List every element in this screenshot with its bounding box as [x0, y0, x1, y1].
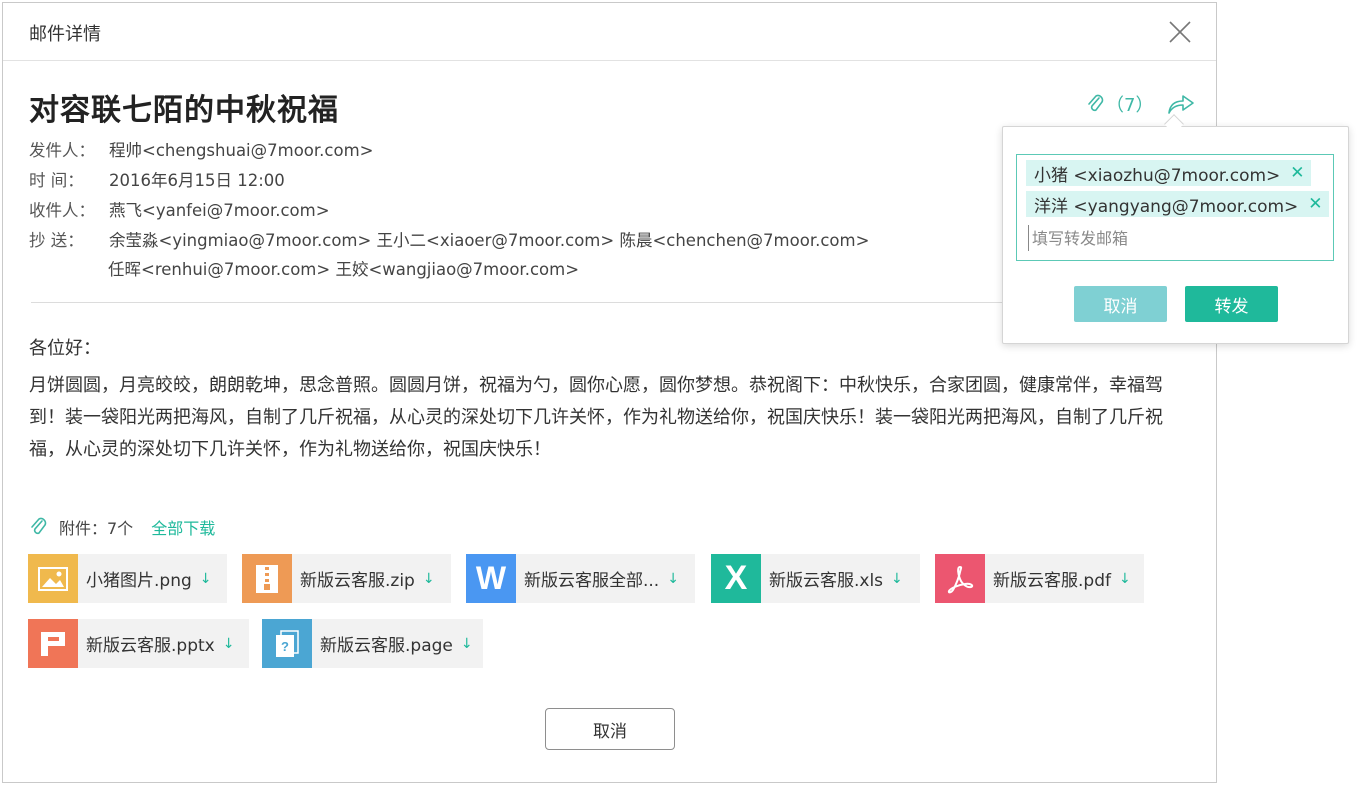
page-icon: ? — [262, 619, 312, 668]
cc-value-line2: 任晖<renhui@7moor.com> 王姣<wangjiao@7moor.c… — [108, 260, 580, 279]
remove-icon[interactable]: ✕ — [1290, 163, 1304, 183]
attachment-name: 新版云客服.zip — [300, 571, 415, 591]
attachment-file-doc[interactable]: W 新版云客服全部... ↓ — [466, 554, 695, 603]
attachment-file-pptx[interactable]: 新版云客服.pptx ↓ — [28, 619, 249, 668]
cancel-button[interactable]: 取消 — [545, 708, 675, 750]
attachments-header: 附件：7个 全部下载 — [29, 515, 215, 539]
forward-recipients-field[interactable]: 小猪 <xiaozhu@7moor.com> ✕ 洋洋 <yangyang@7m… — [1016, 154, 1334, 261]
popover-cancel-button[interactable]: 取消 — [1074, 286, 1167, 322]
attachments-label: 附件：7个 — [59, 519, 134, 538]
attachment-name: 新版云客服.pptx — [86, 636, 215, 656]
download-icon[interactable]: ↓ — [200, 571, 212, 587]
attachment-file-pdf[interactable]: 新版云客服.pdf ↓ — [935, 554, 1144, 603]
email-body: 月饼圆圆，月亮皎皎，朗朗乾坤，思念普照。圆圆月饼，祝福为勺，圆你心愿，圆你梦想。… — [29, 375, 1163, 460]
excel-icon: X — [711, 554, 761, 603]
remove-icon[interactable]: ✕ — [1308, 194, 1322, 214]
attachment-name: 小猪图片.png — [86, 571, 192, 591]
email-greeting: 各位好： — [29, 338, 101, 359]
download-all-link[interactable]: 全部下载 — [151, 515, 215, 539]
word-icon: W — [466, 554, 516, 603]
cc-label: 抄 送： — [29, 231, 84, 250]
paperclip-icon — [31, 517, 47, 535]
time-row: 时 间： 2016年6月15日 12:00 — [29, 167, 285, 191]
download-icon[interactable]: ↓ — [223, 636, 235, 652]
attachment-file-xls[interactable]: X 新版云客服.xls ↓ — [711, 554, 920, 603]
forward-icon[interactable] — [1166, 91, 1196, 117]
dialog-title: 邮件详情 — [29, 24, 101, 45]
recipient-chip-label: 小猪 <xiaozhu@7moor.com> — [1034, 165, 1281, 186]
recipient-chip: 洋洋 <yangyang@7moor.com> ✕ — [1026, 191, 1329, 217]
attachment-name: 新版云客服.page — [320, 636, 453, 656]
cc-row: 抄 送： 余莹淼<yingmiao@7moor.com> 王小二<xiaoer@7… — [29, 227, 869, 251]
attachment-count-link[interactable]: （7） — [1086, 91, 1153, 117]
zip-icon — [242, 554, 292, 603]
download-icon[interactable]: ↓ — [667, 571, 679, 587]
download-icon[interactable]: ↓ — [891, 571, 903, 587]
recipient-chip-label: 洋洋 <yangyang@7moor.com> — [1034, 196, 1299, 217]
time-value: 2016年6月15日 12:00 — [109, 171, 285, 190]
attachment-file-page[interactable]: ? 新版云客服.page ↓ — [262, 619, 483, 668]
recipient-chip: 小猪 <xiaozhu@7moor.com> ✕ — [1026, 160, 1311, 186]
close-icon[interactable] — [1167, 19, 1193, 45]
cc-value-line1: 余莹淼<yingmiao@7moor.com> 王小二<xiaoer@7moor… — [109, 231, 870, 250]
ppt-icon — [28, 619, 78, 668]
recipient-row: 收件人： 燕飞<yanfei@7moor.com> — [29, 197, 330, 221]
forward-button[interactable]: 转发 — [1185, 286, 1278, 322]
recipient-value: 燕飞<yanfei@7moor.com> — [109, 201, 330, 220]
download-icon[interactable]: ↓ — [423, 571, 435, 587]
recipient-label: 收件人： — [29, 201, 95, 220]
paperclip-icon — [1088, 94, 1104, 112]
attachment-file-png[interactable]: 小猪图片.png ↓ — [28, 554, 227, 603]
sender-row: 发件人： 程帅<chengshuai@7moor.com> — [29, 137, 373, 161]
sender-label: 发件人： — [29, 141, 95, 160]
attachment-name: 新版云客服.pdf — [993, 571, 1111, 591]
attachment-name: 新版云客服.xls — [769, 571, 884, 591]
email-subject: 对容联七陌的中秋祝福 — [29, 93, 339, 128]
download-icon[interactable]: ↓ — [461, 636, 473, 652]
dialog-header: 邮件详情 — [3, 3, 1216, 61]
attachment-file-zip[interactable]: 新版云客服.zip ↓ — [242, 554, 451, 603]
forward-email-input[interactable] — [1028, 225, 1324, 251]
attachment-count: （7） — [1106, 95, 1154, 116]
pdf-icon — [935, 554, 985, 603]
email-detail-dialog: 邮件详情 对容联七陌的中秋祝福 （7） 发件人： 程帅<chengshuai@7m… — [2, 2, 1217, 783]
forward-popover: 小猪 <xiaozhu@7moor.com> ✕ 洋洋 <yangyang@7m… — [1002, 126, 1349, 344]
time-label: 时 间： — [29, 171, 84, 190]
attachment-name: 新版云客服全部... — [524, 571, 660, 591]
image-icon — [28, 554, 78, 603]
svg-text:?: ? — [281, 639, 289, 654]
download-icon[interactable]: ↓ — [1119, 571, 1131, 587]
sender-value: 程帅<chengshuai@7moor.com> — [109, 141, 374, 160]
